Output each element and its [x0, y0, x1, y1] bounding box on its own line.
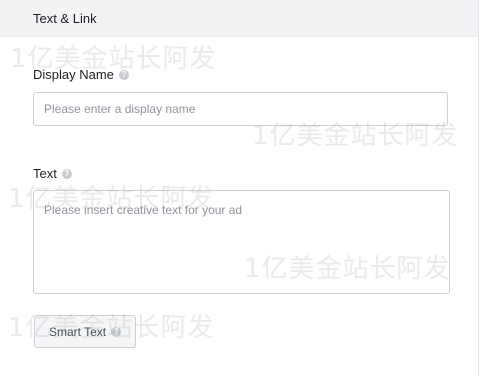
info-icon: ? — [111, 326, 122, 337]
text-label-text: Text — [33, 166, 57, 181]
info-icon[interactable]: ? — [61, 168, 72, 179]
panel-title: Text & Link — [33, 10, 97, 26]
smart-text-button-label: Smart Text — [49, 324, 107, 339]
info-icon[interactable]: ? — [118, 69, 129, 80]
text-label: Text ? — [33, 166, 72, 181]
panel-header: Text & Link — [0, 0, 478, 37]
display-name-label-text: Display Name — [33, 67, 114, 82]
display-name-input[interactable] — [33, 92, 448, 126]
ad-text-textarea[interactable] — [33, 190, 450, 294]
smart-text-button[interactable]: Smart Text ? — [34, 315, 137, 348]
display-name-label: Display Name ? — [33, 67, 129, 82]
text-and-link-panel: Text & Link Display Name ? Text ? Smart … — [0, 0, 479, 376]
